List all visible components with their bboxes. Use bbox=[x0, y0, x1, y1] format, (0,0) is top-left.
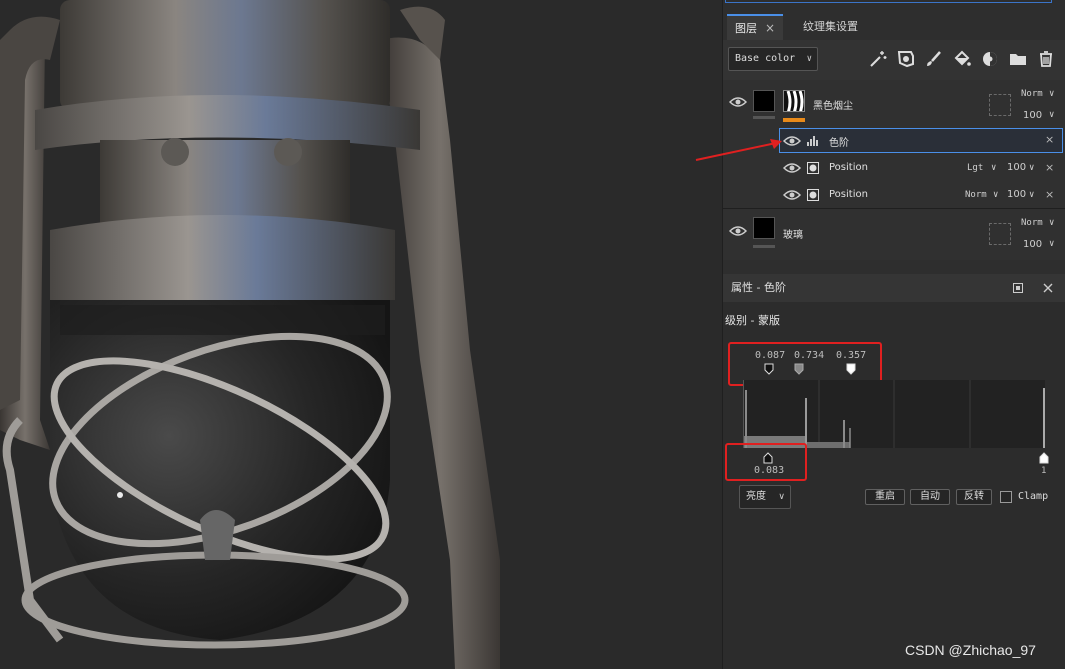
chevron-down-icon[interactable]: ∨ bbox=[1029, 190, 1034, 200]
chevron-down-icon: ∨ bbox=[806, 54, 812, 64]
selected-highlight bbox=[779, 128, 1063, 153]
layer-opacity[interactable]: 100 bbox=[1023, 110, 1042, 121]
layer-name: Position bbox=[829, 189, 868, 200]
close-icon[interactable]: × bbox=[1045, 133, 1054, 146]
properties-body: 级别 - 蒙版 0.087 0.734 0.357 0.083 1 亮度 ∨ 重… bbox=[723, 302, 1065, 669]
generator-icon bbox=[807, 162, 819, 174]
layer-name: 玻璃 bbox=[783, 230, 803, 241]
luminance-select-value: 亮度 bbox=[746, 491, 766, 502]
tab-layers-label: 图层 bbox=[735, 22, 757, 35]
eye-icon[interactable] bbox=[783, 189, 801, 201]
layer-item[interactable]: 玻璃 Norm ∨ 100 ∨ bbox=[723, 209, 1065, 257]
input-high-handle[interactable] bbox=[1039, 452, 1049, 464]
chevron-down-icon: ∨ bbox=[778, 492, 785, 502]
blend-placeholder bbox=[989, 94, 1011, 116]
layer-stack: 黑色烟尘 Norm ∨ 100 ∨ 色阶 × Position Lgt ∨ 10… bbox=[723, 80, 1065, 260]
eye-icon[interactable] bbox=[729, 225, 747, 237]
close-icon[interactable]: × bbox=[1045, 161, 1054, 174]
generator-icon bbox=[807, 189, 819, 201]
right-panel: 图层 × 纹理集设置 Base color ∨ 黑色烟尘 Norm ∨ 100 … bbox=[722, 0, 1065, 669]
blend-placeholder bbox=[989, 223, 1011, 245]
layer-thumb-bar bbox=[753, 116, 775, 119]
input-high-value[interactable]: 1 bbox=[1041, 466, 1046, 476]
properties-title: 属性 - 色阶 bbox=[731, 281, 786, 294]
chevron-down-icon[interactable]: ∨ bbox=[993, 190, 998, 200]
app-root: 图层 × 纹理集设置 Base color ∨ 黑色烟尘 Norm ∨ 100 … bbox=[0, 0, 1065, 669]
layer-thumb-bar bbox=[753, 245, 775, 248]
tab-layers[interactable]: 图层 × bbox=[727, 14, 784, 40]
clamp-label: Clamp bbox=[1018, 491, 1049, 502]
layer-item[interactable]: Position Norm ∨ 100 ∨ × bbox=[723, 182, 1065, 208]
magic-wand-icon[interactable] bbox=[868, 50, 888, 70]
channel-select-value: Base color bbox=[735, 53, 796, 64]
orange-mask-bar bbox=[783, 118, 805, 122]
blend-mode[interactable]: Lgt bbox=[967, 163, 983, 173]
3d-viewport[interactable] bbox=[0, 0, 722, 669]
section-title: 级别 - 蒙版 bbox=[725, 314, 780, 327]
layer-opacity[interactable]: 100 bbox=[1023, 239, 1042, 250]
levels-icon bbox=[807, 136, 818, 146]
layer-thumbnail bbox=[753, 217, 775, 239]
layer-name: Position bbox=[829, 162, 868, 173]
chevron-down-icon[interactable]: ∨ bbox=[1049, 89, 1054, 99]
popout-icon[interactable] bbox=[1013, 283, 1023, 293]
tab-texture-set-settings[interactable]: 纹理集设置 bbox=[795, 14, 866, 40]
reset-button[interactable]: 重启 bbox=[865, 489, 905, 505]
blend-mode[interactable]: Norm bbox=[1021, 89, 1043, 99]
trash-icon[interactable] bbox=[1036, 50, 1056, 70]
mask-icon[interactable] bbox=[980, 50, 1000, 70]
invert-button[interactable]: 反转 bbox=[956, 489, 992, 505]
clamp-checkbox[interactable] bbox=[1000, 491, 1012, 503]
close-icon[interactable] bbox=[1043, 283, 1053, 293]
panel-tabs: 图层 × 纹理集设置 bbox=[723, 14, 1065, 40]
luminance-select[interactable]: 亮度 ∨ bbox=[739, 485, 791, 509]
blend-mode[interactable]: Norm bbox=[1021, 218, 1043, 228]
close-icon[interactable]: × bbox=[1045, 188, 1054, 201]
layer-thumbnail bbox=[753, 90, 775, 112]
eye-icon[interactable] bbox=[729, 96, 747, 108]
tab-close-icon[interactable]: × bbox=[765, 21, 775, 35]
chevron-down-icon[interactable]: ∨ bbox=[1049, 110, 1054, 120]
chevron-down-icon[interactable]: ∨ bbox=[1049, 239, 1054, 249]
chevron-down-icon[interactable]: ∨ bbox=[1029, 163, 1034, 173]
properties-header: 属性 - 色阶 bbox=[723, 274, 1065, 302]
red-arrow-icon bbox=[695, 139, 782, 161]
watermark: CSDN @Zhichao_97 bbox=[905, 642, 1036, 658]
chevron-down-icon[interactable]: ∨ bbox=[991, 163, 996, 173]
top-selection-outline bbox=[725, 0, 1052, 3]
tab-texture-set-label: 纹理集设置 bbox=[803, 20, 858, 33]
auto-button[interactable]: 自动 bbox=[910, 489, 950, 505]
layer-opacity[interactable]: 100 bbox=[1007, 189, 1026, 200]
fill-layer-icon[interactable] bbox=[896, 50, 916, 70]
levels-histogram[interactable] bbox=[743, 380, 1045, 448]
layer-item[interactable]: 黑色烟尘 Norm ∨ 100 ∨ bbox=[723, 80, 1065, 128]
mask-thumbnail bbox=[783, 90, 805, 112]
fill-bucket-icon[interactable] bbox=[952, 50, 972, 70]
annotation-box bbox=[725, 443, 807, 481]
folder-icon[interactable] bbox=[1008, 50, 1028, 70]
chevron-down-icon[interactable]: ∨ bbox=[1049, 218, 1054, 228]
channel-select[interactable]: Base color ∨ bbox=[728, 47, 818, 71]
layer-name: 黑色烟尘 bbox=[813, 101, 853, 112]
layer-opacity[interactable]: 100 bbox=[1007, 162, 1026, 173]
paint-brush-icon[interactable] bbox=[924, 50, 944, 70]
histogram-graph bbox=[744, 380, 1045, 448]
lantern-render bbox=[0, 0, 500, 669]
layer-name: 色阶 bbox=[829, 138, 849, 149]
blend-mode[interactable]: Norm bbox=[965, 190, 987, 200]
